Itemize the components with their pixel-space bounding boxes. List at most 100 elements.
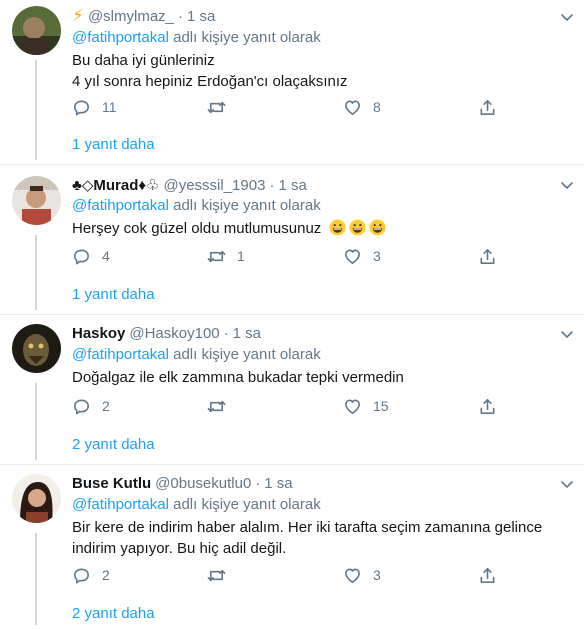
tweet[interactable]: Buse Kutlu @0busekutlu0 · 1 sa @fatihportak… [0,465,584,629]
tweet-text-line: indirim yapıyor. Bu hiç adil değil. [72,540,287,557]
retweet-button[interactable] [207,395,237,417]
grinning-face-emoji-icon [329,219,346,236]
chevron-down-icon[interactable] [560,477,574,491]
reply-count: 4 [102,248,110,264]
thread-line [35,383,37,460]
display-name[interactable]: Haskoy [72,325,125,342]
share-icon [480,99,495,115]
retweet-button[interactable] [207,564,237,586]
share-button[interactable] [478,245,497,267]
show-more-replies-link[interactable]: 1 yanıt daha [72,135,155,155]
reply-button[interactable]: 2 [72,564,110,586]
tweet-text-line: Bu daha iyi günleriniz [72,52,215,69]
thread-line [35,60,37,160]
tweet-text-line: Bir kere de indirim haber alalım. Her ik… [72,519,543,536]
tweet-actions: 2 3 [72,564,502,586]
reply-context: @fatihportakal adlı kişiye yanıt olarak [72,345,321,365]
avatar[interactable] [12,324,61,373]
reply-count: 11 [102,99,117,115]
share-button[interactable] [478,395,497,417]
retweet-button[interactable]: 1 [207,245,245,267]
tweet-text-line: 4 yıl sonra hepiniz Erdoğan'cı olaçaksın… [72,73,348,90]
reply-feed: ⚡ @slmylmaz_ · 1 sa @fatihportakal adlı kiş… [0,0,584,629]
tweet-actions: 2 15 [72,395,502,417]
reply-button[interactable]: 2 [72,395,110,417]
tweet[interactable]: ♣◇Murad♦♧ @yesssil_1903 · 1 sa @fatihportak… [0,165,584,314]
avatar[interactable] [12,474,61,523]
like-button[interactable]: 8 [343,96,381,118]
grinning-face-emoji-icon [369,219,386,236]
reply-suffix: adlı kişiye yanıt olarak [173,29,321,46]
like-button[interactable]: 3 [343,564,381,586]
timestamp[interactable]: 1 sa [278,177,306,194]
like-button[interactable]: 3 [343,245,381,267]
timestamp[interactable]: 1 sa [187,8,215,25]
emoji-group [329,219,389,237]
like-count: 3 [373,567,381,583]
reply-icon [74,100,89,115]
reply-context: @fatihportakal adlı kişiye yanıt olarak [72,495,321,515]
heart-icon [345,568,360,583]
chevron-down-icon[interactable] [560,178,574,192]
user-handle[interactable]: @slmylmaz_ [88,8,174,25]
reply-suffix: adlı kişiye yanıt olarak [173,496,321,513]
separator-dot: · [255,475,261,492]
reply-suffix: adlı kişiye yanıt olarak [173,197,321,214]
retweet-icon [207,400,226,412]
reply-context: @fatihportakal adlı kişiye yanıt olarak [72,28,321,48]
reply-mention[interactable]: @fatihportakal [72,346,169,363]
share-button[interactable] [478,564,497,586]
tweet-header: Buse Kutlu @0busekutlu0 · 1 sa [72,474,293,494]
tweet-text: Bu daha iyi günleriniz 4 yıl sonra hepin… [72,50,572,92]
reply-mention[interactable]: @fatihportakal [72,197,169,214]
show-more-replies-link[interactable]: 2 yanıt daha [72,435,155,455]
retweet-icon [207,250,226,262]
tweet[interactable]: Haskoy @Haskoy100 · 1 sa @fatihportakal adl… [0,315,584,464]
tweet-text: Herşey cok güzel oldu mutlumusunuz [72,218,572,239]
share-icon [480,567,495,583]
timestamp[interactable]: 1 sa [264,475,292,492]
heart-icon [345,399,360,414]
timestamp[interactable]: 1 sa [233,325,261,342]
tweet-header: ⚡ @slmylmaz_ · 1 sa [72,6,215,26]
reply-count: 2 [102,567,110,583]
separator-dot: · [223,325,229,342]
user-handle[interactable]: @0busekutlu0 [155,475,251,492]
retweet-icon [207,101,226,113]
avatar[interactable] [12,6,61,55]
retweet-button[interactable] [207,96,237,118]
tweet[interactable]: ⚡ @slmylmaz_ · 1 sa @fatihportakal adlı kiş… [0,0,584,164]
tweet-text-line: Herşey cok güzel oldu mutlumusunuz [72,220,322,237]
avatar[interactable] [12,176,61,225]
tweet-text: Bir kere de indirim haber alalım. Her ik… [72,517,572,559]
display-name[interactable]: Buse Kutlu [72,475,151,492]
show-more-replies-link[interactable]: 2 yanıt daha [72,604,155,624]
heart-icon [345,100,360,115]
user-handle[interactable]: @Haskoy100 [129,325,219,342]
show-more-replies-link[interactable]: 1 yanıt daha [72,285,155,305]
reply-icon [74,249,89,264]
like-count: 8 [373,99,381,115]
retweet-icon [207,569,226,581]
tweet-text-line: Doğalgaz ile elk zammına bukadar tepki v… [72,369,404,386]
tweet-header: Haskoy @Haskoy100 · 1 sa [72,324,261,344]
separator-dot: · [178,8,184,25]
reply-button[interactable]: 4 [72,245,110,267]
display-name[interactable]: ♣◇Murad♦♧ [72,177,159,194]
reply-button[interactable]: 11 [72,96,117,118]
chevron-down-icon[interactable] [560,10,574,24]
user-handle[interactable]: @yesssil_1903 [163,177,265,194]
tweet-header: ♣◇Murad♦♧ @yesssil_1903 · 1 sa [72,176,307,196]
like-button[interactable]: 15 [343,395,389,417]
reply-suffix: adlı kişiye yanıt olarak [173,346,321,363]
chevron-down-icon[interactable] [560,327,574,341]
reply-mention[interactable]: @fatihportakal [72,496,169,513]
share-icon [480,248,495,264]
reply-icon [74,568,89,583]
like-count: 15 [373,398,389,414]
reply-mention[interactable]: @fatihportakal [72,29,169,46]
tweet-actions: 4 1 3 [72,245,502,267]
share-icon [480,398,495,414]
share-button[interactable] [478,96,497,118]
separator-dot: · [269,177,275,194]
